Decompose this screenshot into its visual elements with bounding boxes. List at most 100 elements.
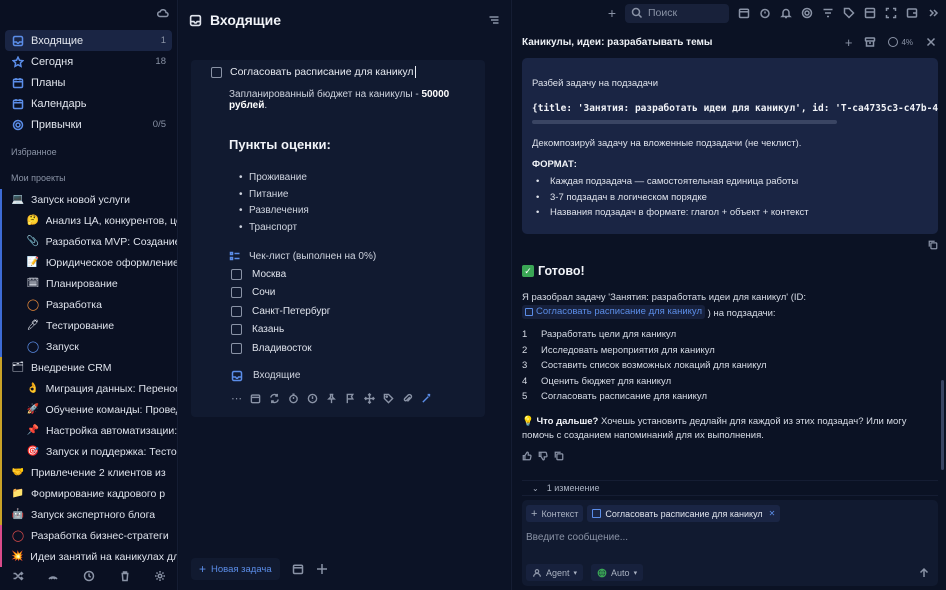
project-item[interactable]: 💻 Запуск новой услуги	[0, 189, 177, 210]
bullet-item: Проживание	[239, 172, 485, 189]
checklist-checkbox[interactable]	[231, 287, 242, 299]
habit-icon[interactable]	[801, 7, 813, 19]
project-item[interactable]: 🗓 Планирование	[0, 273, 177, 294]
task-project-selector[interactable]: Входящие	[231, 370, 485, 382]
add-context-button[interactable]: + Контекст	[526, 505, 584, 522]
fullscreen-icon[interactable]	[885, 7, 897, 19]
user-message: Разбей задачу на подзадачи {title: 'Заня…	[522, 58, 938, 234]
sidebar-item-inbox[interactable]: Входящие 1	[5, 30, 172, 51]
collapse-panel-icon[interactable]	[927, 7, 939, 19]
assistant-header: Каникулы, идеи: разрабатывать темы + 4%	[512, 30, 946, 54]
project-item[interactable]: 🖊 Тестирование	[0, 315, 177, 336]
attachment-icon[interactable]	[402, 392, 413, 405]
alert-icon[interactable]	[307, 392, 318, 405]
archive-icon[interactable]	[864, 36, 876, 48]
checklist-checkbox[interactable]	[231, 268, 242, 280]
timer-icon[interactable]	[288, 392, 299, 405]
task-title-input[interactable]: Согласовать расписание для каникул	[230, 66, 414, 78]
project-item[interactable]: 📁 Формирование кадрового р	[0, 483, 177, 504]
remove-chip-icon[interactable]: ✕	[769, 509, 776, 518]
project-item[interactable]: 👌 Миграция данных: Перенос	[0, 378, 177, 399]
sidebar-item-plans[interactable]: Планы	[5, 72, 172, 93]
checklist-item[interactable]: Сочи	[231, 284, 485, 303]
changes-summary[interactable]: ⌄ 1 изменение	[522, 480, 938, 496]
checklist-item[interactable]: Москва	[231, 265, 485, 284]
send-icon[interactable]	[918, 567, 930, 579]
copy-icon[interactable]	[928, 238, 938, 252]
model-select[interactable]: Auto ▾	[591, 564, 644, 581]
checklist-header[interactable]: Чек-лист (выполнен на 0%)	[229, 250, 485, 262]
project-item[interactable]: 🎯 Запуск и поддержка: Тесто	[0, 441, 177, 462]
checklist-checkbox[interactable]	[231, 324, 242, 336]
task-link-chip[interactable]: Согласовать расписание для каникул	[522, 305, 706, 319]
subtask-list: 1 Разработать цели для каникул 2 Исследова…	[522, 329, 938, 407]
sidebar-item-habits[interactable]: Привычки 0/5	[5, 114, 172, 135]
project-item[interactable]: 🚀 Обучение команды: Провед	[0, 399, 177, 420]
checklist-checkbox[interactable]	[231, 305, 242, 317]
repeat-icon[interactable]	[269, 392, 280, 405]
project-item[interactable]: ◯ Запуск	[0, 336, 177, 357]
stopwatch-icon[interactable]	[759, 7, 771, 19]
calendar-icon[interactable]	[738, 7, 750, 19]
chevron-down-icon: ▾	[573, 569, 578, 577]
checklist-item[interactable]: Санкт-Петербург	[231, 302, 485, 321]
flag-icon[interactable]	[345, 392, 356, 405]
project-item[interactable]: ◯ Разработка бизнес-стратеги	[0, 525, 177, 546]
new-task-button[interactable]: + Новая задача	[191, 558, 280, 580]
move-icon[interactable]	[316, 563, 328, 575]
checklist-checkbox[interactable]	[231, 342, 242, 354]
window-icon[interactable]	[906, 7, 918, 19]
sidebar-item-label: Привычки	[31, 118, 82, 131]
pin-icon[interactable]	[326, 392, 337, 405]
task-description[interactable]: Запланированный бюджет на каникулы - 500…	[229, 89, 485, 111]
project-item[interactable]: 📝 Юридическое оформление	[0, 252, 177, 273]
tag-icon[interactable]	[383, 392, 394, 405]
project-item[interactable]: ◯ Разработка	[0, 294, 177, 315]
sidebar-item-today[interactable]: Сегодня 18	[5, 51, 172, 72]
card-index-icon: 🗂	[11, 362, 25, 373]
gear-icon[interactable]	[154, 570, 166, 582]
message-input[interactable]: Введите сообщение...	[526, 532, 938, 543]
chat-scrollbar[interactable]	[941, 380, 944, 470]
layout-icon[interactable]	[864, 7, 876, 19]
project-item[interactable]: 📎 Разработка MVP: Создание	[0, 231, 177, 252]
project-item[interactable]: 📌 Настройка автоматизации:	[0, 420, 177, 441]
cloud-sync-icon[interactable]	[157, 7, 169, 19]
search-input[interactable]: Поиск	[625, 3, 729, 23]
history-icon[interactable]	[83, 570, 95, 582]
plus-icon[interactable]: +	[845, 35, 853, 50]
project-item[interactable]: 🗂 Внедрение CRM	[0, 357, 177, 378]
signal-icon[interactable]	[47, 570, 59, 582]
calendar-icon[interactable]	[292, 563, 304, 575]
trash-icon[interactable]	[119, 570, 131, 582]
project-item[interactable]: 🤖 Запуск экспертного блога	[0, 504, 177, 525]
assistant-done-title: ✓ Готово!	[522, 264, 938, 278]
calendar-icon[interactable]	[250, 392, 261, 405]
context-task-chip[interactable]: Согласовать расписание для каникул ✕	[587, 505, 781, 522]
checklist-item[interactable]: Владивосток	[231, 339, 485, 358]
plus-icon[interactable]: +	[608, 5, 616, 21]
project-item-label: Идеи занятий на каникулах для	[30, 550, 177, 563]
code-horizontal-scrollbar[interactable]	[532, 120, 837, 124]
move-icon[interactable]	[364, 392, 375, 405]
agent-mode-select[interactable]: Agent ▾	[526, 564, 584, 581]
project-item-label: Запуск и поддержка: Тесто	[46, 445, 177, 458]
task-checkbox[interactable]	[211, 66, 222, 78]
copy-icon[interactable]	[554, 451, 564, 461]
thumbs-up-icon[interactable]	[522, 451, 532, 461]
sort-icon[interactable]	[488, 14, 500, 26]
thumbs-down-icon[interactable]	[538, 451, 548, 461]
magic-wand-icon[interactable]	[421, 392, 432, 405]
tag-icon[interactable]	[843, 7, 855, 19]
shuffle-icon[interactable]	[12, 570, 24, 582]
filter-icon[interactable]	[822, 7, 834, 19]
bell-icon[interactable]	[780, 7, 792, 19]
desc-text: .	[264, 100, 268, 111]
checklist-item[interactable]: Казань	[231, 321, 485, 340]
sidebar-item-calendar[interactable]: Календарь	[5, 93, 172, 114]
project-item[interactable]: 🤔 Анализ ЦА, конкурентов, це	[0, 210, 177, 231]
close-icon[interactable]	[925, 36, 937, 48]
project-item-label: Планирование	[46, 277, 118, 290]
project-item[interactable]: 🤝 Привлечение 2 клиентов из	[0, 462, 177, 483]
more-icon[interactable]: ⋯	[231, 392, 242, 405]
